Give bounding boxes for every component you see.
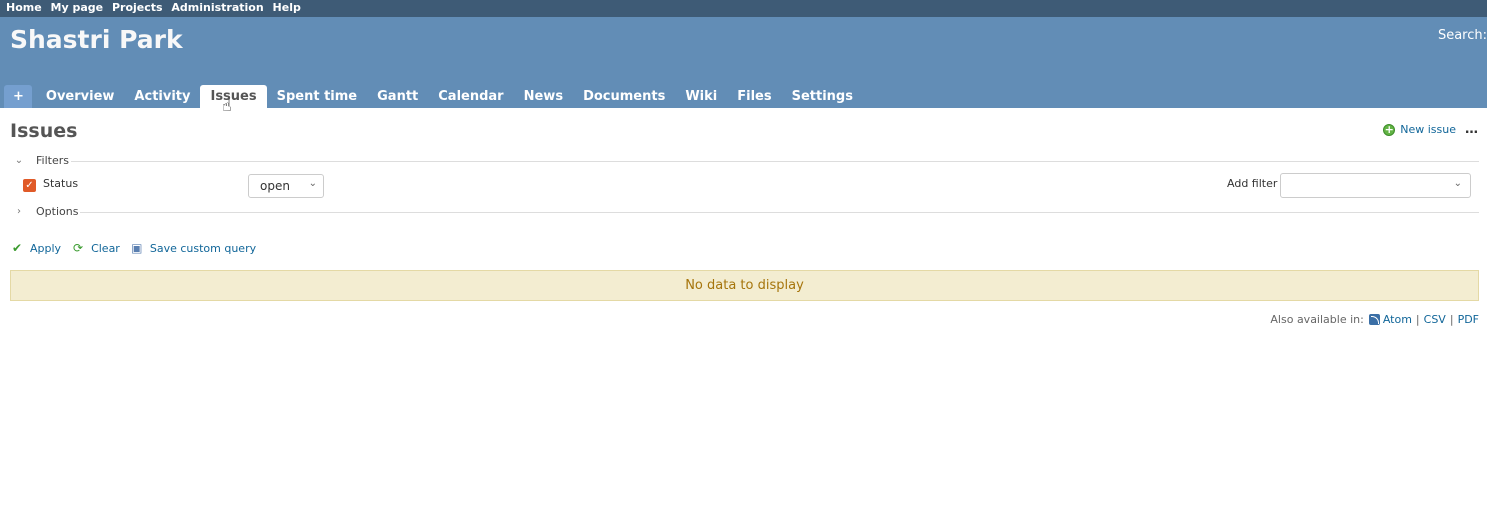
reload-icon: ⟳ <box>73 241 84 255</box>
tab-wiki[interactable]: Wiki <box>675 85 727 108</box>
status-operator-select[interactable]: open ⌄ <box>248 174 324 198</box>
save-query-button[interactable]: ▣ Save custom query <box>130 241 256 255</box>
add-filter-select[interactable]: ⌄ <box>1280 173 1471 198</box>
pdf-link[interactable]: PDF <box>1458 313 1479 326</box>
filters-legend-label: Filters <box>36 154 69 167</box>
status-filter-label: Status <box>43 177 79 190</box>
tab-overview[interactable]: Overview <box>36 85 125 108</box>
options-divider <box>10 212 1479 213</box>
add-icon: + <box>1383 122 1396 136</box>
chevron-down-icon: ⌄ <box>1453 178 1462 189</box>
tab-files[interactable]: Files <box>727 85 781 108</box>
feed-icon <box>1368 314 1380 325</box>
tab-calendar[interactable]: Calendar <box>428 85 513 108</box>
add-filter-label: Add filter <box>1227 177 1278 190</box>
new-issue-link[interactable]: New issue <box>1400 123 1456 136</box>
page-title: Issues <box>10 120 78 142</box>
top-menu-help[interactable]: Help <box>273 1 301 14</box>
apply-label: Apply <box>30 241 62 255</box>
chevron-right-icon: › <box>17 206 21 217</box>
query-actions: ✔ Apply ⟳ Clear ▣ Save custom query <box>10 241 266 255</box>
status-operator-value: open <box>260 179 290 193</box>
filters-divider <box>10 161 1479 162</box>
separator: | <box>1415 313 1420 326</box>
project-title: Shastri Park <box>10 25 183 54</box>
more-actions-icon[interactable]: … <box>1465 122 1479 137</box>
chevron-down-icon: ⌄ <box>14 155 24 166</box>
hand-cursor-icon: ☝ <box>222 96 232 115</box>
tab-news[interactable]: News <box>514 85 573 108</box>
main-menu: + Overview Activity Issues Spent time Gantt Ca… <box>4 85 863 108</box>
top-menu-administration[interactable]: Administration <box>171 1 263 14</box>
content: Issues + New issue … ⌄ Filters ✓ Status … <box>10 108 1479 509</box>
clear-button[interactable]: ⟳ Clear <box>71 241 120 255</box>
contextual-actions: + New issue … <box>1383 122 1479 137</box>
tab-documents[interactable]: Documents <box>573 85 675 108</box>
options-legend-label: Options <box>36 205 79 218</box>
top-menu-home[interactable]: Home <box>6 1 42 14</box>
top-menu-projects[interactable]: Projects <box>112 1 163 14</box>
tab-spent-time[interactable]: Spent time <box>267 85 368 108</box>
header: Shastri Park Search: + Overview Activity Is… <box>0 17 1487 108</box>
other-formats: Also available in: Atom | CSV | PDF <box>1270 313 1479 326</box>
status-checkbox[interactable]: ✓ <box>23 179 36 192</box>
top-menu: Home My page Projects Administration Hel… <box>0 0 1487 17</box>
chevron-down-icon: ⌄ <box>308 178 317 189</box>
tab-activity[interactable]: Activity <box>124 85 200 108</box>
atom-link[interactable]: Atom <box>1383 313 1412 326</box>
save-icon: ▣ <box>131 241 143 255</box>
no-data-message: No data to display <box>10 270 1479 301</box>
tab-gantt[interactable]: Gantt <box>367 85 428 108</box>
other-formats-label: Also available in: <box>1270 313 1364 326</box>
tab-issues[interactable]: Issues <box>200 85 267 108</box>
checkmark-icon: ✔ <box>11 241 23 255</box>
tab-settings[interactable]: Settings <box>782 85 863 108</box>
new-object-button[interactable]: + <box>4 85 32 108</box>
csv-link[interactable]: CSV <box>1424 313 1446 326</box>
separator: | <box>1449 313 1454 326</box>
clear-label: Clear <box>91 241 120 255</box>
quick-search-label[interactable]: Search: <box>1438 28 1487 43</box>
save-query-label: Save custom query <box>149 241 257 255</box>
options-legend[interactable]: › Options <box>10 205 81 218</box>
apply-button[interactable]: ✔ Apply <box>10 241 61 255</box>
top-menu-my-page[interactable]: My page <box>51 1 104 14</box>
filters-legend[interactable]: ⌄ Filters <box>10 154 71 167</box>
